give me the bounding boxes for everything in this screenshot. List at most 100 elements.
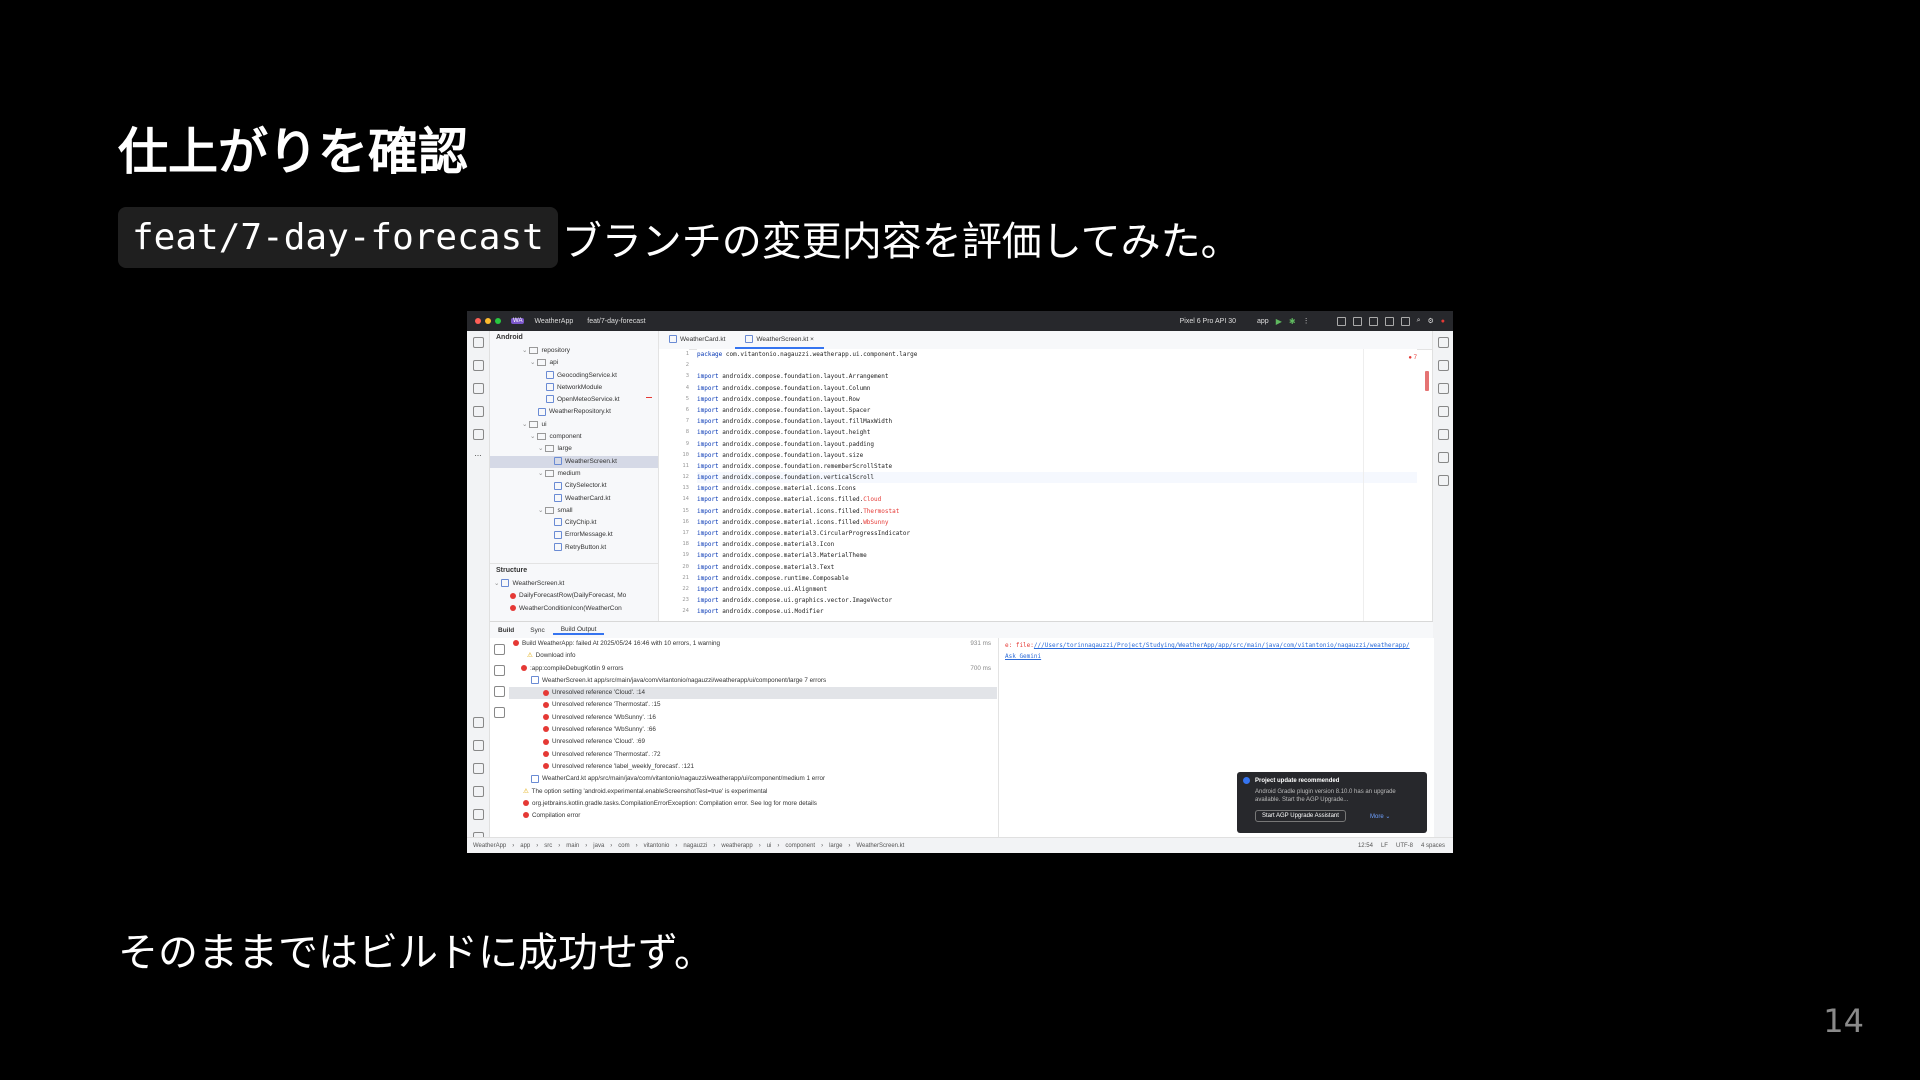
- error-file-link[interactable]: ///Users/torinnagauzzi/Project/Studying/…: [1034, 642, 1410, 649]
- toolbar-icon[interactable]: [1368, 316, 1378, 326]
- code-line[interactable]: import androidx.compose.foundation.layou…: [697, 439, 1417, 450]
- tree-item[interactable]: OpenMeteoService.kt: [490, 394, 658, 406]
- code-line[interactable]: import androidx.compose.foundation.layou…: [697, 450, 1417, 461]
- tab-build-output[interactable]: Build Output: [552, 626, 605, 635]
- tree-item[interactable]: ⌄ large: [490, 443, 658, 455]
- project-tool-icon[interactable]: [472, 337, 484, 348]
- breadcrumb-item[interactable]: WeatherScreen.kt: [856, 843, 904, 849]
- project-selector[interactable]: WeatherApp: [534, 318, 573, 325]
- branch-selector[interactable]: feat/7-day-forecast: [587, 318, 645, 325]
- code-line[interactable]: import androidx.compose.foundation.layou…: [697, 371, 1417, 382]
- structure-tool-icon[interactable]: [472, 429, 484, 440]
- gemini-icon[interactable]: ●: [1441, 318, 1445, 325]
- ask-gemini-link[interactable]: Ask Gemini: [1005, 653, 1041, 660]
- breadcrumb-item[interactable]: component: [785, 843, 815, 849]
- app-quality-icon[interactable]: [472, 763, 484, 774]
- settings-icon[interactable]: [493, 707, 505, 718]
- code-line[interactable]: import androidx.compose.foundation.layou…: [697, 416, 1417, 427]
- build-tree-item[interactable]: Unresolved reference 'label_weekly_forec…: [509, 761, 997, 773]
- code-line[interactable]: import androidx.compose.foundation.layou…: [697, 427, 1417, 438]
- running-devices-icon[interactable]: [1437, 406, 1449, 417]
- build-tree-item[interactable]: Unresolved reference 'Cloud'. :14: [509, 687, 997, 700]
- maximize-window-icon[interactable]: [495, 318, 501, 324]
- file-encoding[interactable]: UTF-8: [1396, 843, 1413, 849]
- tree-item[interactable]: ⌄ component: [490, 431, 658, 443]
- breadcrumb-item[interactable]: weatherapp: [721, 843, 752, 849]
- structure-item[interactable]: WeatherConditionIcon(WeatherCon: [490, 603, 658, 615]
- breadcrumb-item[interactable]: java: [593, 843, 604, 849]
- resource-manager-icon[interactable]: [472, 406, 484, 417]
- more-button[interactable]: More ⌄: [1370, 813, 1390, 820]
- build-tree-item[interactable]: WeatherScreen.kt app/src/main/java/com/v…: [509, 675, 997, 687]
- code-line[interactable]: import androidx.compose.material.icons.f…: [697, 494, 1417, 505]
- build-tree-item[interactable]: :app:compileDebugKotlin 9 errors 700 ms: [509, 663, 997, 675]
- toolbar-icon[interactable]: [1336, 316, 1346, 326]
- toolbar-icon[interactable]: [1352, 316, 1362, 326]
- close-window-icon[interactable]: [475, 318, 481, 324]
- code-line[interactable]: import androidx.compose.material3.Icon: [697, 539, 1417, 550]
- build-tree-item[interactable]: Unresolved reference 'Thermostat'. :72: [509, 749, 997, 761]
- code-line[interactable]: import androidx.compose.material.icons.f…: [697, 517, 1417, 528]
- code-line[interactable]: import androidx.compose.foundation.verti…: [697, 472, 1417, 484]
- tab-sync[interactable]: Sync: [522, 627, 552, 634]
- tab-build[interactable]: Build: [490, 627, 522, 634]
- code-line[interactable]: import androidx.compose.foundation.layou…: [697, 405, 1417, 416]
- tree-item[interactable]: ⌄ ui: [490, 419, 658, 431]
- build-tree-item[interactable]: Unresolved reference 'WbSunny'. :16: [509, 712, 997, 724]
- code-line[interactable]: [697, 360, 1417, 371]
- emulator-icon[interactable]: [1437, 475, 1449, 486]
- breadcrumb-item[interactable]: WeatherApp: [473, 843, 506, 849]
- commit-tool-icon[interactable]: [472, 360, 484, 371]
- build-tree-item[interactable]: ⚠ Download info: [509, 650, 997, 662]
- tree-item[interactable]: ⌄ api: [490, 357, 658, 369]
- tree-item[interactable]: GeocodingService.kt: [490, 370, 658, 382]
- build-tree-item[interactable]: Build WeatherApp: failed At 2025/05/24 1…: [509, 638, 997, 650]
- gradle-icon[interactable]: [1437, 360, 1449, 371]
- tab-weathercard[interactable]: WeatherCard.kt: [659, 331, 735, 349]
- breadcrumb-item[interactable]: com: [618, 843, 629, 849]
- code-line[interactable]: package com.vitantonio.nagauzzi.weathera…: [697, 349, 1417, 360]
- start-agp-upgrade-button[interactable]: Start AGP Upgrade Assistant: [1255, 810, 1346, 822]
- tree-item[interactable]: RetryButton.kt: [490, 542, 658, 554]
- rerun-icon[interactable]: [493, 644, 505, 655]
- code-line[interactable]: import androidx.compose.ui.graphics.vect…: [697, 595, 1417, 606]
- run-icon[interactable]: ▶: [1276, 317, 1282, 326]
- code-line[interactable]: import androidx.compose.material.icons.f…: [697, 506, 1417, 517]
- breadcrumb-item[interactable]: ui: [767, 843, 772, 849]
- code-line[interactable]: import androidx.compose.foundation.layou…: [697, 383, 1417, 394]
- build-tree-item[interactable]: Compilation error: [509, 810, 997, 822]
- toolbar-icon[interactable]: [1400, 316, 1410, 326]
- notifications-icon[interactable]: [1437, 337, 1449, 348]
- structure-item[interactable]: ⌄ WeatherScreen.kt: [490, 578, 658, 590]
- device-explorer-icon[interactable]: [1437, 452, 1449, 463]
- build-tree-item[interactable]: Unresolved reference 'Cloud'. :69: [509, 736, 997, 748]
- tree-item[interactable]: ErrorMessage.kt: [490, 529, 658, 541]
- build-tree-item[interactable]: Unresolved reference 'WbSunny'. :66: [509, 724, 997, 736]
- breadcrumb-item[interactable]: nagauzzi: [683, 843, 707, 849]
- error-count-badge[interactable]: ● 7: [1408, 355, 1417, 361]
- code-line[interactable]: import androidx.compose.runtime.Composab…: [697, 573, 1417, 584]
- project-view-selector[interactable]: Android: [490, 331, 658, 345]
- code-line[interactable]: import androidx.compose.material3.Text: [697, 562, 1417, 573]
- breadcrumb-item[interactable]: vitantonio: [644, 843, 670, 849]
- line-separator[interactable]: LF: [1381, 843, 1388, 849]
- breadcrumb-item[interactable]: app: [520, 843, 530, 849]
- filter-icon[interactable]: [493, 686, 505, 697]
- build-tree-item[interactable]: ⚠ The option setting 'android.experimenta…: [509, 786, 997, 798]
- tree-item[interactable]: WeatherRepository.kt: [490, 406, 658, 418]
- build-tree-item[interactable]: org.jetbrains.kotlin.gradle.tasks.Compil…: [509, 798, 997, 810]
- tree-item[interactable]: NetworkModule: [490, 382, 658, 398]
- pull-requests-icon[interactable]: [472, 383, 484, 394]
- code-line[interactable]: import androidx.compose.material.icons.I…: [697, 483, 1417, 494]
- tree-item[interactable]: CitySelector.kt: [490, 480, 658, 492]
- build-tool-icon[interactable]: [472, 717, 484, 728]
- breadcrumb-item[interactable]: main: [566, 843, 579, 849]
- settings-icon[interactable]: ⚙: [1427, 317, 1433, 325]
- run-config-selector[interactable]: app: [1257, 318, 1269, 325]
- code-line[interactable]: import androidx.compose.ui.Alignment: [697, 584, 1417, 595]
- stop-icon[interactable]: [493, 665, 505, 676]
- tree-item[interactable]: ⌄ small: [490, 505, 658, 517]
- tab-weatherscreen[interactable]: WeatherScreen.kt ×: [735, 331, 824, 349]
- problems-icon[interactable]: [472, 786, 484, 797]
- device-manager-icon[interactable]: [1437, 383, 1449, 394]
